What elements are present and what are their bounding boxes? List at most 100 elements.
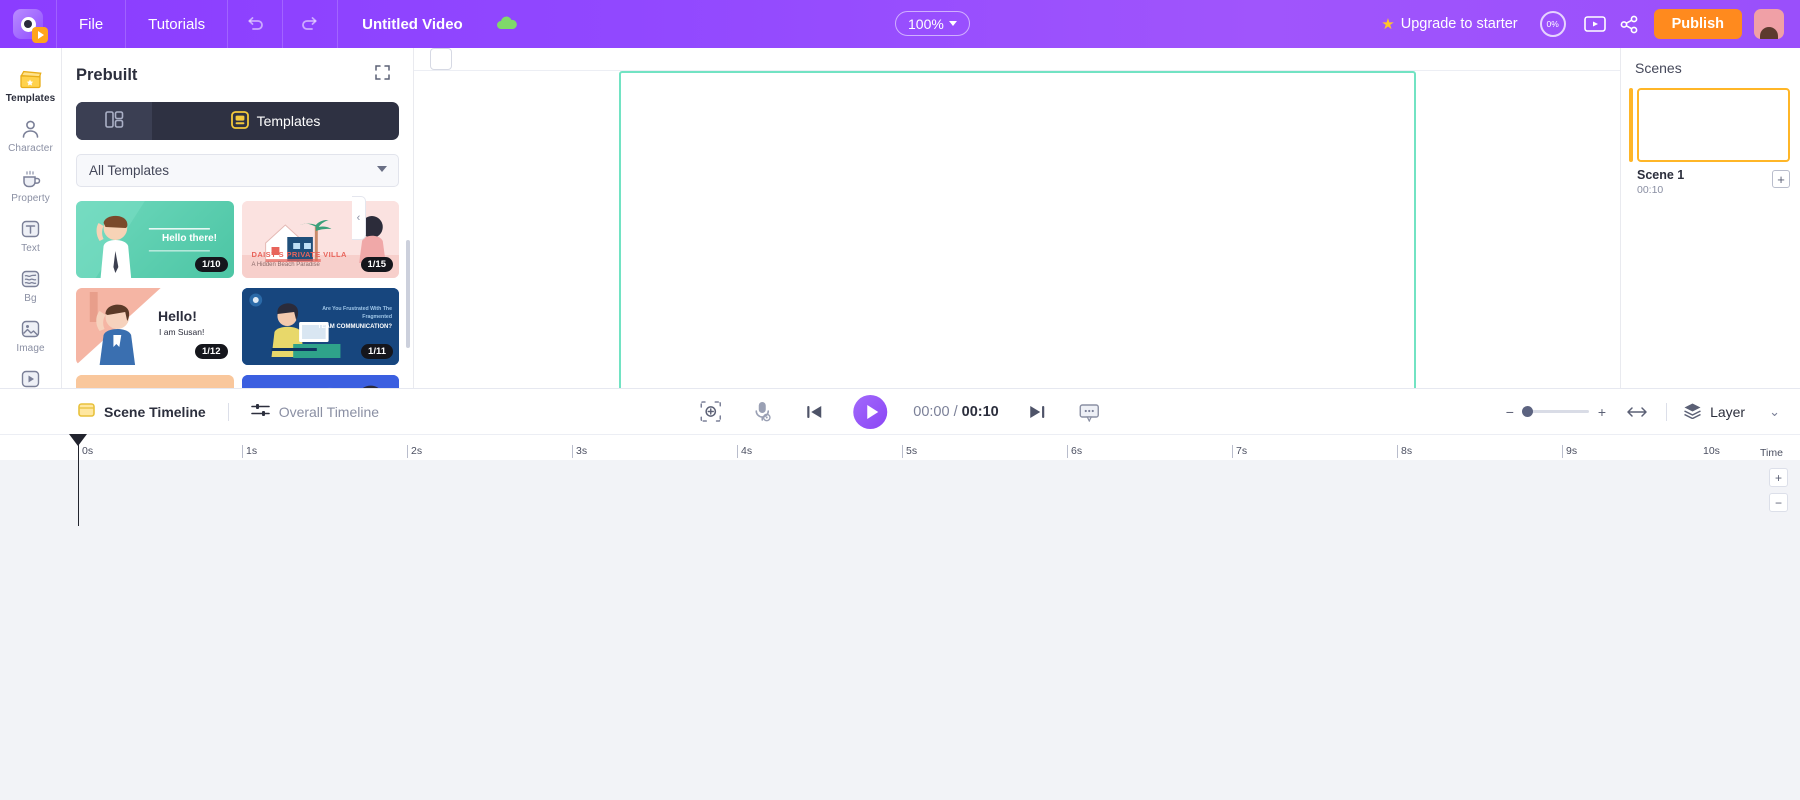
template-caption: Hello there!: [162, 233, 218, 244]
rail-item-image[interactable]: Image: [0, 310, 61, 360]
undo-icon[interactable]: [228, 0, 282, 48]
canvas-zoom-selector[interactable]: 100%: [895, 11, 970, 36]
subtitle-icon[interactable]: [1077, 399, 1103, 425]
tab-overall-timeline[interactable]: Overall Timeline: [250, 402, 379, 421]
timeline-zoom-slider[interactable]: − +: [1506, 404, 1606, 420]
scene-duration: 00:10: [1637, 184, 1664, 196]
zoom-level-value: 100%: [908, 15, 944, 32]
ruler-tick: 3s: [572, 445, 587, 458]
layer-button[interactable]: Layer: [1683, 402, 1745, 422]
template-card-daisys-private-villa[interactable]: DAISY'S PRIVATE VILLA A Hidden Beach Par…: [241, 201, 399, 278]
template-scene-count: 1/10: [195, 257, 228, 272]
animaker-editor: File Tutorials Untitled Video 100% ★ Upg…: [0, 0, 1800, 800]
share-icon[interactable]: [1612, 0, 1646, 48]
upgrade-label: Upgrade to starter: [1400, 16, 1518, 32]
panel-scrollbar[interactable]: [406, 240, 410, 348]
scene-meta: Scene 1 00:10 +: [1621, 168, 1800, 196]
rail-item-video[interactable]: Video: [0, 360, 61, 388]
template-caption: DAISY'S PRIVATE VILLA: [251, 250, 347, 259]
play-button[interactable]: [853, 394, 888, 429]
upgrade-button[interactable]: ★ Upgrade to starter: [1371, 15, 1527, 33]
top-toolbar: File Tutorials Untitled Video 100% ★ Upg…: [0, 0, 1800, 48]
ruler-tick: 9s: [1562, 445, 1577, 458]
template-filter[interactable]: All Templates: [76, 154, 399, 187]
timeline-track-area[interactable]: + −: [0, 434, 1800, 800]
layer-icon: [1683, 402, 1702, 422]
editor-body: Templates Character Property Text Bg Ima…: [0, 48, 1800, 523]
zoom-slider-knob[interactable]: [1521, 406, 1533, 417]
overall-timeline-icon: [250, 402, 270, 421]
skip-next-icon[interactable]: [1025, 399, 1051, 425]
storage-usage-indicator[interactable]: 0%: [1539, 11, 1566, 37]
rail-item-property[interactable]: Property: [0, 160, 61, 210]
expand-arrows-icon[interactable]: [374, 64, 391, 86]
ruler-tick: 4s: [737, 445, 752, 458]
rail-label: Property: [11, 193, 50, 204]
left-rail: Templates Character Property Text Bg Ima…: [0, 48, 62, 388]
redo-icon[interactable]: [283, 0, 337, 48]
tab-templates[interactable]: Templates: [152, 102, 399, 140]
image-icon: [19, 318, 43, 340]
timeline-ruler[interactable]: 0s 1s 2s 3s 4s 5s 6s 7s 8s 9s 10s Time: [0, 434, 1800, 460]
template-caption: Hello!: [158, 308, 197, 324]
text-t-icon: [19, 218, 43, 240]
rail-item-templates[interactable]: Templates: [0, 60, 61, 110]
zoom-in-button[interactable]: +: [1598, 404, 1606, 420]
star-icon: ★: [1381, 16, 1395, 33]
playhead[interactable]: [69, 434, 87, 526]
microphone-icon[interactable]: [749, 399, 775, 425]
tab-grid-layout[interactable]: [76, 102, 152, 140]
track-zoom-controls: + −: [1769, 468, 1788, 512]
add-scene-button[interactable]: +: [1772, 170, 1790, 188]
scenes-title: Scenes: [1635, 60, 1682, 76]
project-title[interactable]: Untitled Video: [338, 16, 487, 33]
panel-collapse-toggle[interactable]: ‹: [352, 196, 366, 240]
scene-thumbnail[interactable]: [1637, 88, 1790, 162]
rail-item-character[interactable]: Character: [0, 110, 61, 160]
template-card-hello-i-am-susan[interactable]: Hello! I am Susan! 1/12: [76, 288, 234, 365]
preview-play-icon[interactable]: [1578, 0, 1612, 48]
template-scene-count: 1/11: [361, 344, 393, 359]
template-card-team-communication[interactable]: Are You Frustrated With The Fragmented T…: [241, 288, 399, 365]
ruler-time-label: Time: [1756, 435, 1800, 460]
publish-button[interactable]: Publish: [1653, 9, 1742, 39]
fit-width-icon[interactable]: [1624, 399, 1650, 425]
template-subcaption: A Hidden Beach Paradise: [251, 262, 320, 268]
track-zoom-in-button[interactable]: +: [1769, 468, 1788, 487]
user-avatar[interactable]: [1754, 9, 1784, 39]
stage-selection-chip[interactable]: [430, 48, 452, 70]
chevron-down-icon[interactable]: ⌄: [1769, 404, 1780, 420]
grid-layout-icon: [104, 111, 124, 131]
cloud-save-icon[interactable]: [487, 0, 527, 48]
menu-file[interactable]: File: [57, 0, 125, 48]
scene-list-item[interactable]: [1621, 88, 1800, 162]
panel-tabs: Templates: [76, 102, 399, 140]
template-card-hello-there[interactable]: Hello there! 1/10: [76, 201, 234, 278]
chevron-down-icon: [377, 166, 387, 172]
zoom-slider-track[interactable]: [1521, 406, 1589, 417]
ruler-tick: 2s: [407, 445, 422, 458]
rail-label: Text: [21, 243, 40, 254]
divider: [1666, 402, 1668, 421]
template-card-testimonials[interactable]: TESTIMONIALS TEMPLATE 1/11: [241, 375, 399, 388]
zoom-out-button[interactable]: −: [1506, 404, 1514, 420]
ruler-tick: 8s: [1397, 445, 1412, 458]
app-logo[interactable]: [0, 0, 56, 48]
rail-item-text[interactable]: Text: [0, 210, 61, 260]
template-caption: Are You Frustrated With The Fragmented: [322, 306, 392, 320]
ruler-tick: 1s: [242, 445, 257, 458]
camera-focus-icon[interactable]: [697, 399, 723, 425]
template-card-travelgo[interactable]: TRAVELGO! Your one stop shop for all tra…: [76, 375, 234, 388]
menu-tutorials[interactable]: Tutorials: [126, 0, 227, 48]
scenes-panel: Scenes Scene 1 00:10 +: [1620, 48, 1800, 388]
current-time: 00:00: [913, 403, 950, 420]
tab-templates-label: Templates: [256, 113, 321, 129]
rail-item-bg[interactable]: Bg: [0, 260, 61, 310]
template-scene-count: 1/12: [195, 344, 228, 359]
timeline-tabs: Scene Timeline Overall Timeline: [0, 402, 379, 421]
tab-scene-timeline[interactable]: Scene Timeline: [78, 402, 206, 421]
track-zoom-out-button[interactable]: −: [1769, 493, 1788, 512]
template-scene-count: 1/15: [360, 257, 393, 272]
skip-previous-icon[interactable]: [801, 399, 827, 425]
template-filter-value[interactable]: All Templates: [76, 154, 399, 187]
